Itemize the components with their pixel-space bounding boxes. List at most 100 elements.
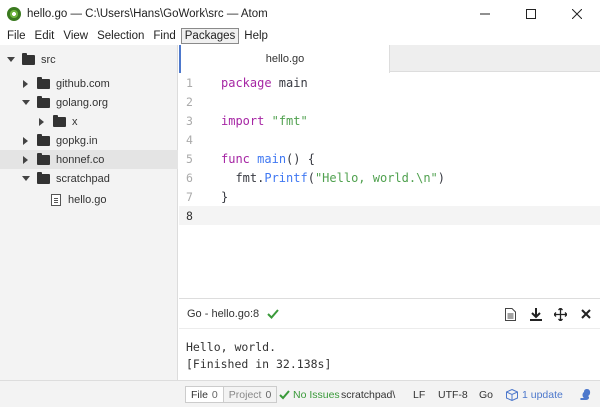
- tab-label: hello.go: [265, 53, 305, 65]
- window-title: hello.go — C:\Users\Hans\GoWork\src — At…: [27, 7, 268, 20]
- chevron-down-icon[interactable]: [6, 55, 16, 65]
- tree-item-label: scratchpad: [56, 172, 110, 185]
- chevron-right-icon[interactable]: [21, 79, 31, 89]
- line-number: 6: [186, 170, 193, 185]
- code-text: (: [307, 170, 315, 185]
- status-grammar[interactable]: Go: [479, 387, 493, 402]
- status-tab-file[interactable]: File 0: [186, 387, 223, 402]
- maximize-icon: [526, 8, 536, 19]
- tree-item-hello-go[interactable]: hello.go: [0, 190, 178, 209]
- code-line: 2: [179, 92, 600, 111]
- status-tabs: File 0 Project 0: [185, 386, 278, 403]
- status-tab-project[interactable]: Project 0: [222, 387, 277, 402]
- output-line: Hello, world.: [186, 340, 277, 354]
- file-text-icon: [51, 193, 61, 206]
- code-line: 6 fmt. Printf("Hello, world.\n"): [179, 168, 600, 187]
- tab-bar: hello.go: [179, 45, 600, 73]
- menu-packages[interactable]: Packages: [180, 28, 240, 44]
- code-function: main: [257, 151, 287, 166]
- close-button[interactable]: [554, 0, 600, 27]
- tree-item-honnef[interactable]: honnef.co: [0, 150, 178, 169]
- code-string: "Hello, world.\n": [314, 170, 438, 185]
- status-tab-count: 0: [211, 388, 218, 401]
- tree-view: src github.com golang.org x gopkg.in hon…: [0, 45, 178, 407]
- code-keyword: package: [221, 75, 272, 90]
- code-line: 5 func main() {: [179, 149, 600, 168]
- code-line: 1 package main: [179, 73, 600, 92]
- editor-pane: hello.go 1 package main 2 3 import "fmt"…: [179, 45, 600, 298]
- close-icon[interactable]: [579, 308, 592, 321]
- window-controls: [462, 0, 600, 27]
- chevron-right-icon[interactable]: [37, 117, 47, 127]
- title-bar: hello.go — C:\Users\Hans\GoWork\src — At…: [0, 0, 600, 27]
- download-icon[interactable]: [529, 307, 542, 321]
- folder-icon: [53, 114, 66, 127]
- output-line: [Finished in 32.138s]: [186, 357, 332, 371]
- folder-icon: [37, 95, 50, 108]
- file-text-icon[interactable]: [504, 307, 517, 321]
- panel-toolbar: [504, 299, 592, 329]
- code-line: 7 }: [179, 187, 600, 206]
- line-number: 4: [186, 132, 193, 147]
- menu-find[interactable]: Find: [149, 28, 179, 44]
- tree-item-scratchpad[interactable]: scratchpad: [0, 169, 178, 188]
- tree-item-golang[interactable]: golang.org: [0, 93, 178, 112]
- status-tab-label: Project: [228, 388, 262, 401]
- code-text: }: [221, 189, 229, 204]
- minimize-button[interactable]: [462, 0, 508, 27]
- code-keyword: func: [221, 151, 250, 166]
- menu-file[interactable]: File: [3, 28, 30, 44]
- status-tab-label: File: [191, 388, 208, 401]
- check-icon: [267, 308, 279, 319]
- chevron-right-icon[interactable]: [21, 155, 31, 165]
- tree-item-label: golang.org: [56, 96, 108, 109]
- chevron-down-icon[interactable]: [21, 174, 31, 184]
- tree-item-label: hello.go: [68, 193, 107, 206]
- line-number: 8: [186, 208, 193, 223]
- menu-view[interactable]: View: [59, 28, 92, 44]
- squirrel-icon[interactable]: [578, 386, 592, 401]
- panel-header: Go - hello.go:8: [179, 299, 600, 329]
- folder-icon: [37, 133, 50, 146]
- atom-app-icon: [7, 6, 21, 21]
- move-icon[interactable]: [554, 307, 567, 321]
- line-number: 5: [186, 151, 193, 166]
- folder-icon: [37, 152, 50, 165]
- code-text: () {: [286, 151, 315, 166]
- status-line-ending[interactable]: LF: [413, 387, 425, 402]
- panel-title: Go - hello.go:8: [187, 307, 260, 320]
- menu-bar: File Edit View Selection Find Packages H…: [0, 27, 600, 45]
- tree-item-label: gopkg.in: [56, 134, 98, 147]
- tree-item-label: honnef.co: [56, 153, 105, 166]
- code-function: Printf: [264, 170, 308, 185]
- menu-help[interactable]: Help: [240, 28, 272, 44]
- tree-item-x[interactable]: x: [0, 112, 178, 131]
- tree-item-label: github.com: [56, 77, 110, 90]
- maximize-button[interactable]: [508, 0, 554, 27]
- tree-item-label: src: [41, 53, 56, 66]
- tree-item-github[interactable]: github.com: [0, 74, 178, 93]
- minimize-icon: [480, 13, 490, 14]
- status-encoding[interactable]: UTF-8: [438, 387, 468, 402]
- code-editor[interactable]: 1 package main 2 3 import "fmt" 4 5 func…: [179, 73, 600, 298]
- tree-item-src[interactable]: src: [0, 50, 178, 69]
- menu-edit[interactable]: Edit: [31, 28, 59, 44]
- status-issues-label: No Issues: [293, 388, 340, 401]
- tab-hello-go[interactable]: hello.go: [179, 45, 390, 73]
- folder-icon: [37, 76, 50, 89]
- status-update[interactable]: 1 update: [506, 387, 563, 402]
- status-issues[interactable]: No Issues: [279, 387, 340, 402]
- code-text: main: [271, 75, 308, 90]
- menu-selection[interactable]: Selection: [93, 28, 148, 44]
- package-icon: [506, 388, 518, 401]
- status-bar: File 0 Project 0 No Issues scratchpad\ L…: [0, 380, 600, 407]
- folder-icon: [37, 171, 50, 184]
- code-string: "fmt": [271, 113, 308, 128]
- status-update-label: 1 update: [522, 388, 563, 401]
- close-icon: [572, 8, 582, 19]
- chevron-right-icon[interactable]: [21, 136, 31, 146]
- tree-item-gopkg[interactable]: gopkg.in: [0, 131, 178, 150]
- status-path[interactable]: scratchpad\: [341, 387, 395, 402]
- chevron-down-icon[interactable]: [21, 98, 31, 108]
- tree-item-label: x: [72, 115, 78, 128]
